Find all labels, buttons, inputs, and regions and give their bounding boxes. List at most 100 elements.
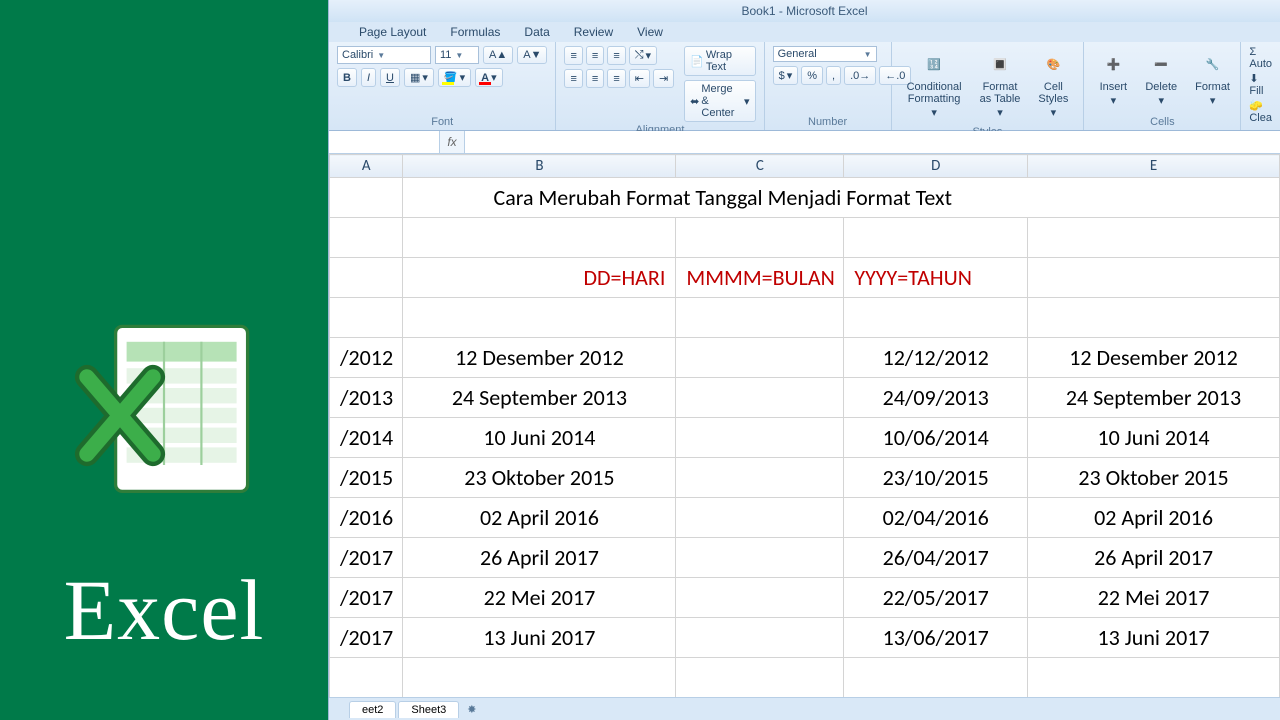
col-header-D[interactable]: D [844, 155, 1028, 178]
col-header-B[interactable]: B [403, 155, 676, 178]
cell[interactable]: 12 Desember 2012 [403, 338, 676, 378]
font-family-select[interactable]: Calibri▼ [337, 46, 431, 64]
cell[interactable] [676, 498, 844, 538]
legend-yyyy[interactable]: YYYY=TAHUN [844, 258, 1028, 298]
col-header-E[interactable]: E [1028, 155, 1280, 178]
tab-review[interactable]: Review [574, 25, 613, 39]
legend-mmmm[interactable]: MMMM=BULAN [676, 258, 844, 298]
new-sheet-icon[interactable]: ✸ [467, 703, 476, 716]
row-blank [330, 218, 1280, 258]
cell[interactable]: 22 Mei 2017 [403, 578, 676, 618]
increase-font-icon[interactable]: A▲ [483, 46, 513, 64]
cell[interactable]: 13/06/2017 [844, 618, 1028, 658]
formula-input[interactable] [464, 131, 1280, 153]
increase-indent-icon[interactable]: ⇥ [653, 69, 674, 88]
cell[interactable]: /2017 [330, 538, 403, 578]
orientation-icon[interactable]: ⤭▾ [629, 46, 657, 65]
align-right-icon[interactable]: ≡ [607, 69, 625, 88]
fill-color-button[interactable]: 🪣▾ [438, 68, 471, 87]
tab-data[interactable]: Data [524, 25, 549, 39]
cell[interactable]: /2014 [330, 418, 403, 458]
underline-button[interactable]: U [380, 68, 400, 87]
cell[interactable]: /2017 [330, 618, 403, 658]
align-middle-icon[interactable]: ≡ [586, 46, 604, 65]
col-header-A[interactable]: A [330, 155, 403, 178]
wrap-text-button[interactable]: 📄 Wrap Text [684, 46, 755, 76]
bold-button[interactable]: B [337, 68, 357, 87]
cell[interactable]: 24 September 2013 [1028, 378, 1280, 418]
delete-icon: ➖ [1147, 51, 1175, 79]
percent-icon[interactable]: % [801, 66, 823, 85]
decrease-font-icon[interactable]: A▼ [517, 46, 547, 64]
cell[interactable]: 24 September 2013 [403, 378, 676, 418]
sheet-tab-3[interactable]: Sheet3 [398, 701, 459, 718]
conditional-formatting-button[interactable]: 🔢 Conditional Formatting▾ [900, 46, 969, 124]
cell[interactable]: /2012 [330, 338, 403, 378]
font-color-button[interactable]: A▾ [475, 68, 502, 87]
cell[interactable]: 23/10/2015 [844, 458, 1028, 498]
number-format-select[interactable]: General▼ [773, 46, 877, 62]
cell[interactable] [676, 338, 844, 378]
format-as-table-button[interactable]: 🔳 Format as Table▾ [973, 46, 1028, 124]
cell[interactable]: 13 Juni 2017 [1028, 618, 1280, 658]
ribbon-tabs: Page Layout Formulas Data Review View [329, 22, 1280, 42]
cell[interactable]: 26/04/2017 [844, 538, 1028, 578]
cell[interactable] [676, 378, 844, 418]
decrease-indent-icon[interactable]: ⇤ [629, 69, 650, 88]
cell[interactable]: 12 Desember 2012 [1028, 338, 1280, 378]
italic-button[interactable]: I [361, 68, 376, 87]
currency-icon[interactable]: $▾ [773, 66, 799, 85]
table-row: /201523 Oktober 201523/10/201523 Oktober… [330, 458, 1280, 498]
cell[interactable]: 23 Oktober 2015 [1028, 458, 1280, 498]
align-top-icon[interactable]: ≡ [564, 46, 582, 65]
tab-page-layout[interactable]: Page Layout [359, 25, 426, 39]
cell[interactable]: /2013 [330, 378, 403, 418]
cell[interactable]: 22 Mei 2017 [1028, 578, 1280, 618]
cell[interactable]: 02 April 2016 [1028, 498, 1280, 538]
fx-icon[interactable]: fx [440, 135, 464, 149]
legend-dd[interactable]: DD=HARI [403, 258, 676, 298]
cell[interactable]: 23 Oktober 2015 [403, 458, 676, 498]
cell[interactable]: 02 April 2016 [403, 498, 676, 538]
cell[interactable]: 12/12/2012 [844, 338, 1028, 378]
cell[interactable] [676, 458, 844, 498]
cell-styles-button[interactable]: 🎨 Cell Styles▾ [1031, 46, 1075, 124]
cell[interactable]: 10 Juni 2014 [403, 418, 676, 458]
tab-formulas[interactable]: Formulas [450, 25, 500, 39]
col-header-C[interactable]: C [676, 155, 844, 178]
fill-button[interactable]: ⬇ Fill [1249, 72, 1272, 97]
delete-button[interactable]: ➖Delete▾ [1138, 46, 1184, 112]
align-bottom-icon[interactable]: ≡ [607, 46, 625, 65]
cell[interactable] [676, 578, 844, 618]
increase-decimal-icon[interactable]: .0→ [844, 66, 876, 85]
cell[interactable] [676, 538, 844, 578]
align-center-icon[interactable]: ≡ [586, 69, 604, 88]
cell[interactable]: 26 April 2017 [1028, 538, 1280, 578]
font-size-select[interactable]: 11▼ [435, 46, 479, 64]
cell[interactable]: 22/05/2017 [844, 578, 1028, 618]
cell[interactable] [676, 618, 844, 658]
cell[interactable]: 10/06/2014 [844, 418, 1028, 458]
insert-button[interactable]: ➕Insert▾ [1092, 46, 1134, 112]
cell[interactable]: /2016 [330, 498, 403, 538]
merge-center-button[interactable]: ⬌ Merge & Center ▾ [684, 80, 755, 122]
name-box[interactable] [329, 131, 440, 153]
sheet-tab-2[interactable]: eet2 [349, 701, 396, 718]
clear-button[interactable]: 🧽 Clea [1249, 99, 1272, 124]
cell[interactable]: /2017 [330, 578, 403, 618]
cell[interactable]: 10 Juni 2014 [1028, 418, 1280, 458]
tab-view[interactable]: View [637, 25, 663, 39]
cell[interactable]: /2015 [330, 458, 403, 498]
format-button[interactable]: 🔧Format▾ [1188, 46, 1237, 112]
cell[interactable]: 02/04/2016 [844, 498, 1028, 538]
cell[interactable]: 26 April 2017 [403, 538, 676, 578]
cell[interactable]: 24/09/2013 [844, 378, 1028, 418]
border-button[interactable]: ▦▾ [404, 68, 434, 87]
autosum-button[interactable]: Σ Auto [1249, 46, 1272, 70]
comma-icon[interactable]: , [826, 66, 841, 85]
align-left-icon[interactable]: ≡ [564, 69, 582, 88]
cell[interactable]: 13 Juni 2017 [403, 618, 676, 658]
spreadsheet-grid[interactable]: A B C D E Cara Merubah Format Tanggal Me… [329, 154, 1280, 697]
cell[interactable] [676, 418, 844, 458]
table-title[interactable]: Cara Merubah Format Tanggal Menjadi Form… [403, 178, 1280, 218]
